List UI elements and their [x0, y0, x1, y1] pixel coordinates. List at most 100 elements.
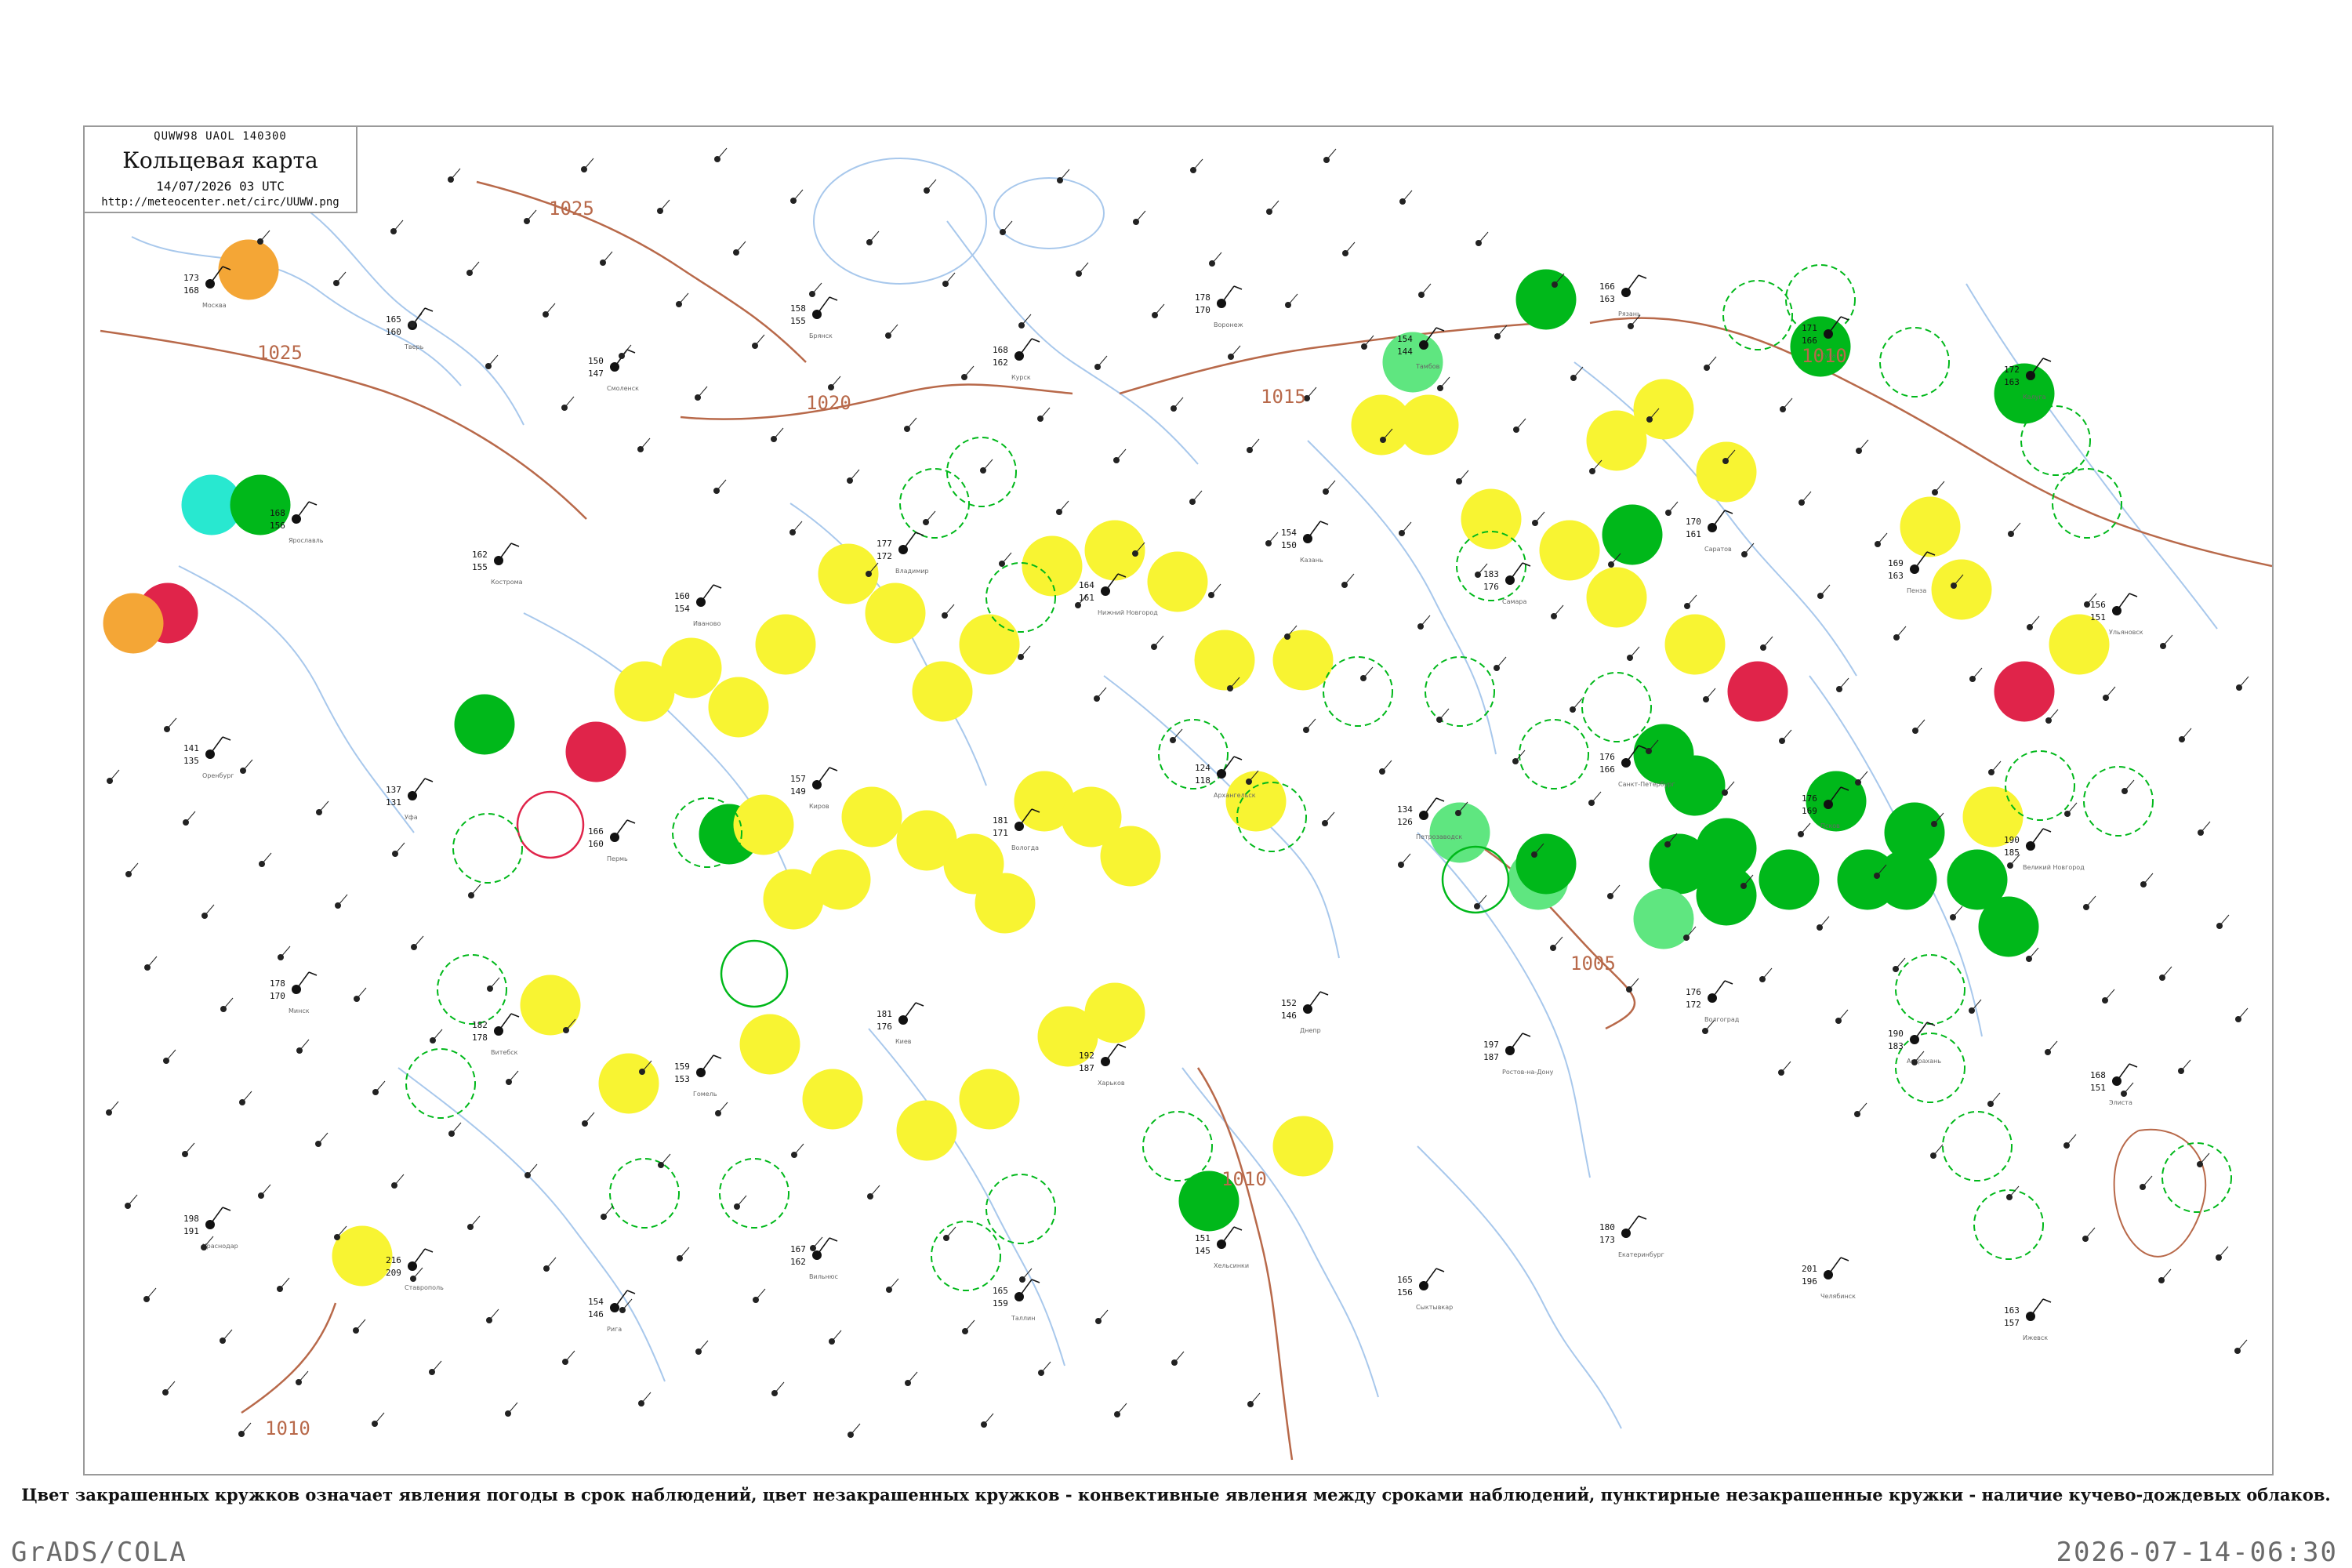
observation-barb	[241, 1091, 252, 1103]
isobar-line	[241, 1302, 337, 1414]
observation-barb	[374, 1412, 385, 1425]
isobar-label: 1025	[549, 198, 594, 220]
observation-barb	[1857, 771, 1868, 783]
wind-barb-feather	[1233, 756, 1243, 760]
station-temp-value: 197	[1483, 1040, 1499, 1050]
observation-barb	[2029, 615, 2040, 628]
wind-barb	[614, 819, 628, 838]
station-dewpoint-value: 169	[1802, 806, 1817, 816]
station-temp-value: 165	[1397, 1275, 1413, 1285]
observation-barb	[2124, 779, 2135, 792]
observation-barb	[375, 1080, 386, 1093]
wind-barb-feather	[1724, 980, 1733, 985]
observation-barb	[222, 1329, 233, 1341]
observation-barb	[1058, 500, 1069, 513]
station-plot: 216 209 Ставрополь	[386, 1248, 444, 1291]
observation-barb	[147, 956, 158, 968]
observation-barb	[1116, 1403, 1127, 1415]
observation-barb	[241, 1422, 252, 1435]
wind-barb-feather	[1840, 1257, 1849, 1261]
observation-barb	[659, 199, 670, 212]
station-name: Москва	[202, 302, 227, 309]
station-plot: 154 146Рига	[588, 1290, 636, 1333]
river-line	[1103, 675, 1340, 959]
wind-barb	[1018, 338, 1033, 357]
source-url[interactable]: http://meteocenter.net/circ/UUWW.png	[85, 196, 356, 209]
observation-barb	[1421, 283, 1432, 296]
observation-barb	[564, 396, 575, 408]
station-dewpoint-value: 187	[1483, 1052, 1499, 1062]
station-name: Тамбов	[1415, 363, 1440, 370]
station-plot: 165 156Сыктывкар	[1397, 1268, 1453, 1311]
observation-barb	[812, 1236, 823, 1249]
observation-barb	[792, 521, 803, 533]
wind-barb-feather	[424, 1248, 434, 1253]
station-dewpoint-value: 191	[183, 1226, 199, 1236]
station-dewpoint-value: 170	[1195, 305, 1210, 315]
observation-barb	[944, 604, 955, 616]
wind-barb-feather	[1840, 316, 1849, 321]
station-temp-value: 168	[270, 508, 285, 518]
wind-barb-feather	[1436, 797, 1445, 802]
observation-barb	[355, 1319, 366, 1331]
cb-dashed-ring	[609, 1158, 680, 1229]
wind-barb-feather	[829, 296, 838, 301]
observation-barb	[1439, 708, 1450, 720]
observation-barb	[165, 1381, 176, 1393]
cb-dashed-ring	[2020, 405, 2091, 476]
wind-barb-feather	[1319, 991, 1329, 996]
wind-barb	[1307, 521, 1321, 539]
station-temp-value: 201	[1802, 1264, 1817, 1274]
weather-circle-showers	[912, 661, 973, 722]
station-temp-value: 163	[2004, 1305, 2020, 1316]
observation-barb	[716, 479, 727, 492]
observation-barb	[1078, 262, 1089, 274]
footer-timestamp: 2026-07-14-06:30	[2056, 1537, 2338, 1568]
observation-barb	[469, 261, 480, 274]
wind-barb-feather	[424, 307, 434, 312]
station-dewpoint-value: 171	[993, 828, 1008, 838]
weather-circle-showers	[975, 873, 1036, 934]
weather-circle-rain	[1633, 724, 1694, 785]
observation-barb	[1591, 791, 1602, 804]
wind-barb	[209, 1207, 223, 1225]
weather-circle-showers	[1084, 520, 1145, 581]
cb-dashed-ring	[899, 468, 970, 539]
observation-barb	[1381, 760, 1392, 772]
weather-circle-showers	[1696, 441, 1757, 503]
observation-barb	[204, 904, 215, 916]
station-name: Воронеж	[1214, 321, 1243, 328]
station-plot: 152 146Днепр	[1281, 991, 1329, 1034]
station-temp-value: 169	[1888, 558, 1904, 568]
observation-barb	[983, 1413, 994, 1425]
map-canvas[interactable]: 173168Москва165160Тверь150147Смоленск158…	[85, 127, 2274, 1475]
observation-barb	[242, 759, 253, 771]
wind-barb	[296, 971, 310, 990]
observation-barb	[1991, 760, 2002, 773]
observation-barb	[1915, 719, 1926, 731]
observation-barb	[1324, 811, 1335, 824]
cb-dashed-ring	[405, 1048, 476, 1119]
station-dewpoint-value: 151	[2090, 1083, 2106, 1093]
station-dewpoint-value: 156	[1397, 1287, 1413, 1298]
observation-barb	[1705, 688, 1716, 700]
observation-barb	[1762, 967, 1773, 980]
observation-barb	[184, 1142, 195, 1155]
station-plot: 170 161Саратов	[1686, 510, 1733, 553]
observation-barb	[1268, 532, 1279, 544]
station-name: Кострома	[491, 579, 523, 586]
station-plot: 176 172Волгоград	[1686, 980, 1740, 1023]
observation-barb	[1496, 656, 1507, 669]
station-temp-value: 165	[386, 314, 401, 325]
wind-barb-feather	[915, 1002, 924, 1007]
station-plot: 150 147Смоленск	[588, 349, 639, 392]
observation-barb	[793, 189, 804, 201]
weather-circle-thunder	[1727, 661, 1788, 722]
observation-barb	[736, 1195, 747, 1207]
wind-barb-feather	[308, 971, 318, 976]
station-dewpoint-value: 183	[1888, 1041, 1904, 1051]
station-name: Киров	[809, 803, 829, 810]
cb-dashed-ring	[1895, 954, 1965, 1025]
station-name: Екатеринбург	[1618, 1251, 1664, 1258]
weather-circle-showers	[1022, 535, 1083, 597]
